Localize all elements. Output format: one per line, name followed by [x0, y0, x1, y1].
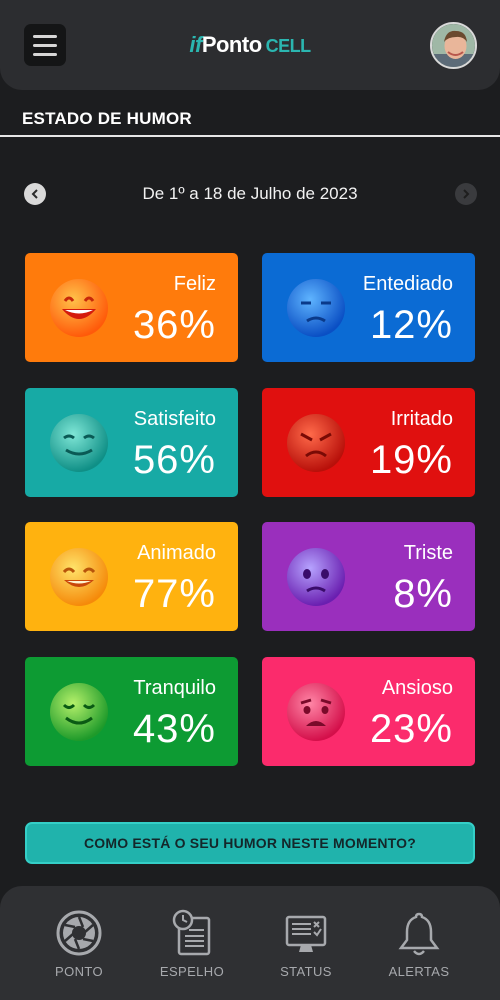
happy-face-icon	[50, 279, 108, 337]
app-header: ifPonto CELL	[0, 0, 500, 90]
user-avatar[interactable]	[430, 22, 477, 69]
mood-percent: 19%	[369, 438, 453, 482]
nav-item-status[interactable]: STATUS	[251, 908, 361, 979]
mood-percent: 43%	[132, 707, 216, 751]
mood-percent: 23%	[369, 707, 453, 751]
camera-shutter-icon	[56, 910, 102, 956]
mood-card-tranquilo[interactable]: Tranquilo 43%	[25, 657, 238, 766]
date-navigator: De 1º a 18 de Julho de 2023	[0, 176, 500, 212]
anxious-face-icon	[287, 683, 345, 741]
mood-name: Animado	[137, 542, 216, 564]
section-divider	[0, 135, 500, 137]
mood-percent: 12%	[369, 303, 453, 347]
mood-name: Entediado	[362, 273, 453, 295]
mood-name: Ansioso	[381, 677, 453, 699]
register-mood-button[interactable]: COMO ESTÁ O SEU HUMOR NESTE MOMENTO?	[25, 822, 475, 864]
mood-card-ansioso[interactable]: Ansioso 23%	[262, 657, 475, 766]
bored-face-icon	[287, 279, 345, 337]
mood-name: Satisfeito	[133, 408, 216, 430]
next-period-button[interactable]	[455, 183, 477, 205]
bell-icon	[398, 912, 440, 956]
mood-name: Irritado	[390, 408, 453, 430]
angry-face-icon	[287, 414, 345, 472]
mood-percent: 77%	[132, 572, 216, 616]
logo-suffix: CELL	[265, 36, 312, 56]
mood-percent: 8%	[393, 572, 453, 616]
nav-item-espelho[interactable]: ESPELHO	[137, 908, 247, 979]
chevron-right-icon	[463, 189, 470, 199]
monitor-status-icon	[285, 915, 327, 952]
mood-name: Tranquilo	[133, 677, 216, 699]
mood-card-animado[interactable]: Animado 77%	[25, 522, 238, 631]
sad-face-icon	[287, 548, 345, 606]
satisfied-face-icon	[50, 414, 108, 472]
mood-card-feliz[interactable]: Feliz 36%	[25, 253, 238, 362]
timesheet-icon	[172, 909, 211, 956]
logo-prefix: if	[189, 32, 202, 57]
date-range-label: De 1º a 18 de Julho de 2023	[142, 184, 358, 203]
nav-item-ponto[interactable]: PONTO	[24, 908, 134, 979]
bottom-navigation: PONTO ESPELHO STATUS ALERTAS	[0, 886, 500, 1000]
app-logo: ifPonto CELL	[0, 32, 500, 58]
mood-card-triste[interactable]: Triste 8%	[262, 522, 475, 631]
mood-percent: 36%	[132, 303, 216, 347]
calm-face-icon	[50, 683, 108, 741]
mood-percent: 56%	[132, 438, 216, 482]
logo-main: Ponto	[201, 32, 262, 57]
mood-card-satisfeito[interactable]: Satisfeito 56%	[25, 388, 238, 497]
nav-label: ESPELHO	[159, 964, 225, 979]
mood-card-irritado[interactable]: Irritado 19%	[262, 388, 475, 497]
mood-card-entediado[interactable]: Entediado 12%	[262, 253, 475, 362]
nav-item-alertas[interactable]: ALERTAS	[364, 908, 474, 979]
nav-label: PONTO	[55, 964, 103, 979]
mood-name: Feliz	[173, 273, 216, 295]
nav-label: STATUS	[280, 964, 332, 979]
nav-label: ALERTAS	[388, 964, 450, 979]
section-title: ESTADO DE HUMOR	[22, 109, 192, 128]
excited-face-icon	[50, 548, 108, 606]
mood-name: Triste	[403, 542, 453, 564]
